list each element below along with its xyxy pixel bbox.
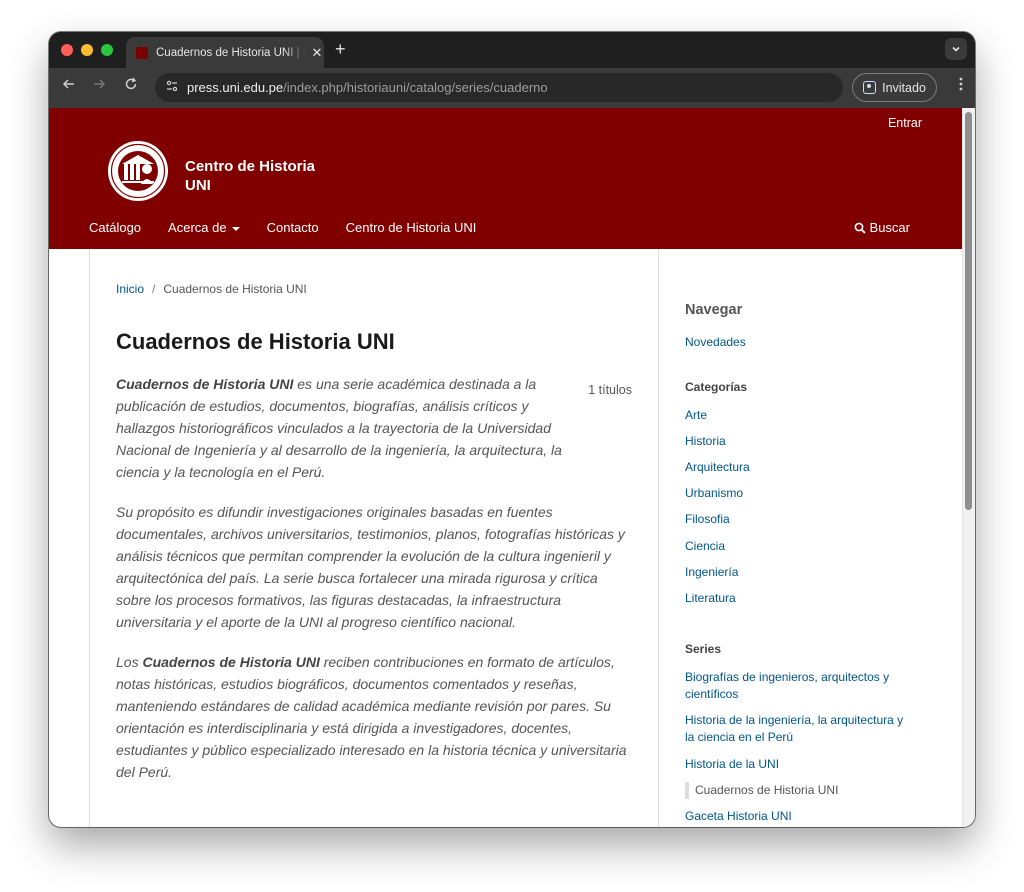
search-icon	[854, 222, 866, 234]
description-paragraph: Su propósito es difundir investigaciones…	[116, 504, 625, 630]
site-name[interactable]: Centro de Historia UNI	[185, 157, 325, 195]
chevron-down-icon	[952, 46, 960, 52]
primary-nav: Catálogo Acerca de Contacto Centro de Hi…	[89, 220, 476, 235]
nav-centro-historia[interactable]: Centro de Historia UNI	[346, 220, 477, 235]
description-text: Los	[116, 654, 143, 670]
sidebar-series-gaceta[interactable]: Gaceta Historia UNI	[685, 808, 905, 825]
arrow-left-icon	[62, 79, 74, 89]
sidebar-link-novedades[interactable]: Novedades	[685, 334, 905, 351]
page-title: Cuadernos de Historia UNI	[116, 329, 395, 354]
favicon-icon	[136, 46, 148, 59]
url-path: /index.php/historiauni/catalog/series/cu…	[283, 80, 548, 95]
sidebar-series-current: Cuadernos de Historia UNI	[685, 782, 838, 799]
browser-window: Cuadernos de Historia UNI | C ✕ + press.…	[49, 32, 975, 827]
new-tab-button[interactable]: +	[335, 39, 346, 60]
main-content: Inicio / Cuadernos de Historia UNI Cuadern…	[89, 249, 659, 827]
series-description: Cuadernos de Historia UNI es una serie a…	[116, 373, 636, 801]
maximize-window-button[interactable]	[101, 44, 113, 56]
breadcrumb-current: Cuadernos de Historia UNI	[163, 282, 307, 296]
tab-title: Cuadernos de Historia UNI | C	[156, 46, 306, 59]
sidebar-category-arte[interactable]: Arte	[685, 407, 905, 424]
site-settings-icon[interactable]	[165, 79, 179, 96]
breadcrumb-home-link[interactable]: Inicio	[116, 282, 144, 296]
minimize-window-button[interactable]	[81, 44, 93, 56]
sidebar-browse-heading: Navegar	[685, 302, 743, 318]
nav-catalogo[interactable]: Catálogo	[89, 220, 141, 235]
description-paragraph: Cuadernos de Historia UNI es una serie a…	[116, 373, 636, 483]
site-logo[interactable]	[107, 140, 169, 202]
url-host: press.uni.edu.pe	[187, 80, 284, 95]
forward-button[interactable]	[89, 77, 109, 95]
sidebar-category-filosofia[interactable]: Filosofia	[685, 511, 905, 528]
page-scrollbar[interactable]	[962, 108, 975, 827]
tab-active[interactable]: Cuadernos de Historia UNI | C ✕	[126, 37, 324, 68]
description-bold: Cuadernos de Historia UNI	[142, 654, 320, 670]
sidebar-category-ciencia[interactable]: Ciencia	[685, 538, 905, 555]
sidebar-category-ingenieria[interactable]: Ingeniería	[685, 564, 905, 581]
caret-down-icon	[231, 226, 240, 231]
reload-button[interactable]	[121, 77, 141, 95]
url-text: press.uni.edu.pe/index.php/historiauni/c…	[187, 80, 548, 95]
breadcrumb-separator: /	[152, 282, 156, 296]
nav-acerca-de-label: Acerca de	[168, 220, 227, 235]
more-vertical-icon	[959, 77, 963, 91]
tab-strip: Cuadernos de Historia UNI | C ✕ +	[49, 32, 975, 68]
search-label: Buscar	[869, 220, 910, 235]
sidebar-series-historia-ingenieria[interactable]: Historia de la ingeniería, la arquitectu…	[685, 712, 905, 746]
sidebar-category-urbanismo[interactable]: Urbanismo	[685, 485, 905, 502]
sidebar-category-literatura[interactable]: Literatura	[685, 590, 905, 607]
tab-search-button[interactable]	[945, 38, 967, 60]
sidebar-categories-heading: Categorías	[685, 380, 748, 394]
sidebar-series-heading: Series	[685, 642, 722, 656]
guest-profile-icon	[863, 81, 877, 94]
tab-close-icon[interactable]: ✕	[310, 45, 324, 61]
logo-seal-icon	[108, 141, 168, 201]
search-link[interactable]: Buscar	[854, 220, 910, 235]
browser-menu-button[interactable]	[959, 77, 963, 95]
page-viewport: Entrar Centro de Historia UNI Catálogo A…	[49, 108, 975, 827]
back-button[interactable]	[59, 77, 79, 95]
description-text: reciben contribuciones en formato de art…	[116, 654, 627, 780]
profile-label: Invitado	[882, 80, 926, 95]
reload-icon	[125, 77, 137, 90]
login-link[interactable]: Entrar	[888, 116, 922, 130]
nav-acerca-de[interactable]: Acerca de	[168, 220, 240, 235]
sidebar-series-biografias[interactable]: Biografías de ingenieros, arquitectos y …	[685, 669, 905, 703]
site-header: Entrar Centro de Historia UNI Catálogo A…	[49, 108, 962, 249]
sidebar-category-arquitectura[interactable]: Arquitectura	[685, 459, 905, 476]
profile-button[interactable]: Invitado	[852, 73, 937, 102]
breadcrumb: Inicio / Cuadernos de Historia UNI	[116, 282, 307, 296]
scrollbar-thumb[interactable]	[965, 112, 972, 510]
arrow-right-icon	[94, 79, 106, 89]
description-paragraph: Los Cuadernos de Historia UNI reciben co…	[116, 651, 636, 783]
nav-contacto[interactable]: Contacto	[267, 220, 319, 235]
description-bold: Cuadernos de Historia UNI	[116, 376, 294, 392]
sidebar-series-historia-uni[interactable]: Historia de la UNI	[685, 756, 905, 773]
address-bar[interactable]: press.uni.edu.pe/index.php/historiauni/c…	[155, 73, 843, 102]
sidebar-category-historia[interactable]: Historia	[685, 433, 905, 450]
browser-toolbar: press.uni.edu.pe/index.php/historiauni/c…	[49, 68, 975, 108]
close-window-button[interactable]	[61, 44, 73, 56]
